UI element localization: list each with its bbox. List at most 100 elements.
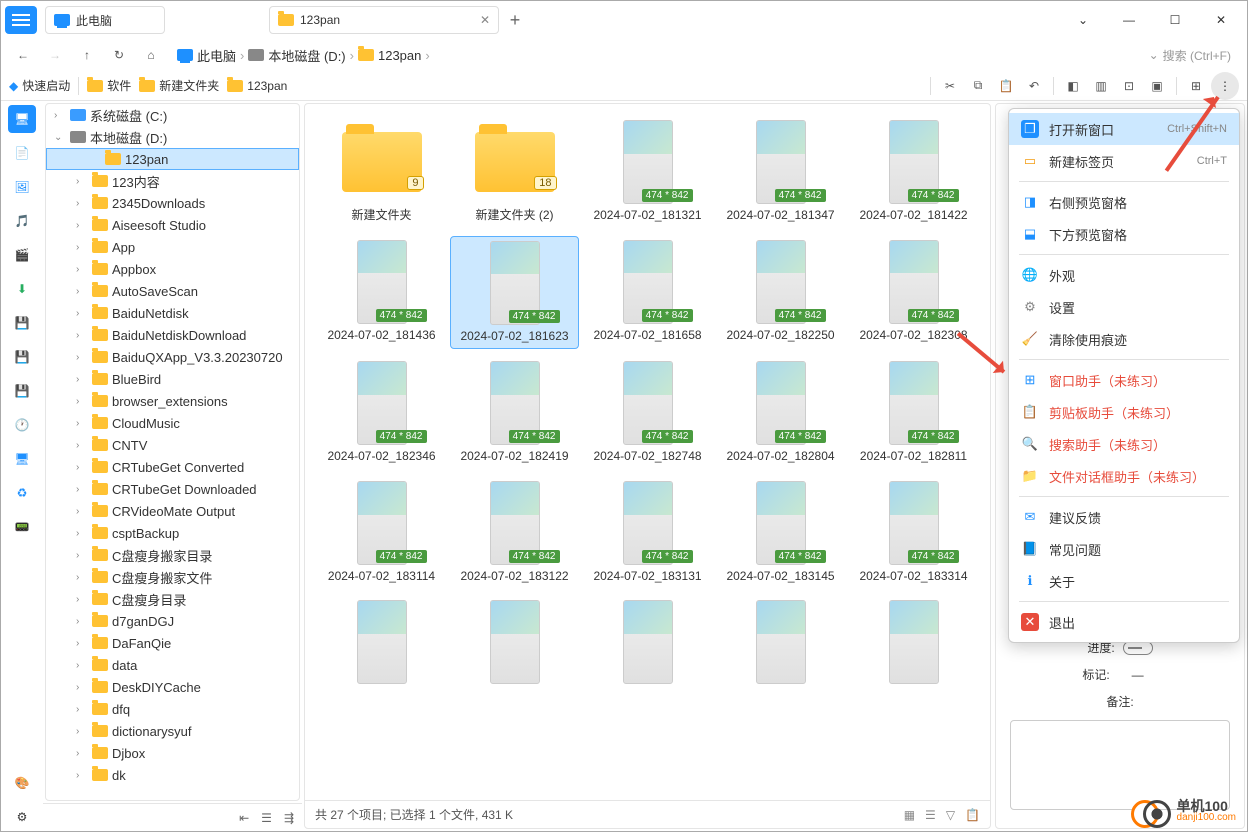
menu-new-tab[interactable]: ▭ 新建标签页 Ctrl+T [1009, 145, 1239, 177]
menu-dialog-helper[interactable]: 📁 文件对话框助手（未练习） [1009, 460, 1239, 492]
file-item[interactable]: 474 * 8422024-07-02_183114 [317, 477, 446, 589]
forward-button[interactable]: → [41, 41, 69, 69]
menu-appearance[interactable]: 🌐 外观 [1009, 259, 1239, 291]
close-button[interactable]: ✕ [1199, 5, 1243, 35]
file-item[interactable]: 474 * 8422024-07-02_182748 [583, 357, 712, 469]
crumb-pc[interactable]: 此电脑 [177, 46, 236, 65]
view-list-button[interactable]: ☰ [925, 808, 936, 822]
videos-icon[interactable]: 🎬 [8, 241, 36, 269]
menu-window-helper[interactable]: ⊞ 窗口助手（未练习） [1009, 364, 1239, 396]
file-item[interactable]: 474 * 8422024-07-02_183122 [450, 477, 579, 589]
file-item[interactable]: 474 * 8422024-07-02_181347 [716, 116, 845, 228]
tree-item[interactable]: ›CloudMusic [46, 412, 299, 434]
layout-right-button[interactable]: ▥ [1088, 73, 1114, 99]
file-item[interactable]: 474 * 8422024-07-02_182346 [317, 357, 446, 469]
crumb-drive[interactable]: 本地磁盘 (D:) [248, 46, 345, 65]
tree-tree-icon[interactable]: ⇶ [284, 811, 294, 825]
tree-item[interactable]: ›dfq [46, 698, 299, 720]
tree-item[interactable]: ›BaiduNetdiskDownload [46, 324, 299, 346]
tree-local-drive[interactable]: ⌄ 本地磁盘 (D:) [46, 126, 299, 148]
quick-launch[interactable]: ◆ 快速启动 [9, 77, 70, 94]
drive-c-icon[interactable]: 💾 [8, 309, 36, 337]
file-item[interactable]: 9新建文件夹 [317, 116, 446, 228]
tree-item[interactable]: ›AutoSaveScan [46, 280, 299, 302]
color-wheel-icon[interactable]: 🎨 [8, 769, 36, 797]
tree-item[interactable]: ›browser_extensions [46, 390, 299, 412]
paste-button[interactable]: 📋 [993, 73, 1019, 99]
tree-item[interactable]: ›C盘瘦身搬家目录 [46, 544, 299, 566]
search-box[interactable]: ⌄ 搜索 (Ctrl+F) [1141, 47, 1239, 64]
tree-item[interactable]: ›CRTubeGet Converted [46, 456, 299, 478]
menu-bottom-preview[interactable]: ⬓ 下方预览窗格 [1009, 218, 1239, 250]
desktop-icon[interactable]: 🖥 [8, 105, 36, 133]
back-button[interactable]: ← [9, 41, 37, 69]
music-icon[interactable]: 🎵 [8, 207, 36, 235]
tree-item[interactable]: ›Aiseesoft Studio [46, 214, 299, 236]
drive-e-icon[interactable]: 💾 [8, 377, 36, 405]
tree-item[interactable]: ›dictionarysyuf [46, 720, 299, 742]
close-icon[interactable]: ✕ [480, 13, 490, 27]
tree-collapse-icon[interactable]: ⇤ [239, 811, 249, 825]
menu-clear-traces[interactable]: 🧹 清除使用痕迹 [1009, 323, 1239, 355]
file-item[interactable]: 474 * 8422024-07-02_183314 [849, 477, 978, 589]
tree-item[interactable]: ›CNTV [46, 434, 299, 456]
layout-split-button[interactable]: ◧ [1060, 73, 1086, 99]
file-item[interactable]: 474 * 8422024-07-02_182250 [716, 236, 845, 350]
history-icon[interactable]: 🕐 [8, 411, 36, 439]
file-item[interactable]: 18新建文件夹 (2) [450, 116, 579, 228]
tree-sys-drive[interactable]: › 系统磁盘 (C:) [46, 104, 299, 126]
cut-button[interactable]: ✂ [937, 73, 963, 99]
bookmark-123pan[interactable]: 123pan [227, 79, 287, 93]
downloads-icon[interactable]: ⬇ [8, 275, 36, 303]
settings-icon[interactable]: ⚙ [8, 803, 36, 831]
file-item[interactable]: 474 * 8422024-07-02_182804 [716, 357, 845, 469]
file-item[interactable]: 474 * 8422024-07-02_183145 [716, 477, 845, 589]
tree-item[interactable]: ›CRTubeGet Downloaded [46, 478, 299, 500]
maximize-button[interactable]: ☐ [1153, 5, 1197, 35]
dropdown-button[interactable]: ⌄ [1061, 5, 1105, 35]
tab-this-pc[interactable]: 此电脑 [45, 6, 165, 34]
tree-item[interactable]: ›BaiduNetdisk [46, 302, 299, 324]
bookmark-newfolder[interactable]: 新建文件夹 [139, 77, 219, 94]
pictures-icon[interactable]: 🖼 [8, 173, 36, 201]
file-item[interactable]: 474 * 8422024-07-02_181422 [849, 116, 978, 228]
file-item[interactable] [716, 596, 845, 692]
tree-item[interactable]: ›BaiduQXApp_V3.3.20230720 [46, 346, 299, 368]
drive-d-icon[interactable]: 💾 [8, 343, 36, 371]
layout-pic-button[interactable]: ▣ [1144, 73, 1170, 99]
file-item[interactable] [450, 596, 579, 692]
file-item[interactable] [583, 596, 712, 692]
file-item[interactable]: 474 * 8422024-07-02_181658 [583, 236, 712, 350]
layout-piclock-button[interactable]: ⊡ [1116, 73, 1142, 99]
monitor-icon[interactable]: 🖥 [8, 445, 36, 473]
recycle-icon[interactable]: ♻ [8, 479, 36, 507]
menu-exit[interactable]: ✕ 退出 [1009, 606, 1239, 638]
file-item[interactable]: 474 * 8422024-07-02_181321 [583, 116, 712, 228]
tree-item[interactable]: ›DeskDIYCache [46, 676, 299, 698]
tree-item[interactable]: ›data [46, 654, 299, 676]
undo-button[interactable]: ↶ [1021, 73, 1047, 99]
crumb-folder[interactable]: 123pan [358, 48, 421, 63]
filter-icon[interactable]: ▽ [946, 808, 955, 822]
menu-search-helper[interactable]: 🔍 搜索助手（未练习） [1009, 428, 1239, 460]
tree-item[interactable]: ›C盘瘦身搬家文件 [46, 566, 299, 588]
memo-textarea[interactable] [1010, 720, 1230, 810]
refresh-button[interactable]: ↻ [105, 41, 133, 69]
tree-item[interactable]: ›C盘瘦身目录 [46, 588, 299, 610]
history-dropdown[interactable]: ⌄ [1149, 48, 1159, 62]
file-item[interactable]: 474 * 8422024-07-02_182811 [849, 357, 978, 469]
tab-address[interactable]: 123pan ✕ [269, 6, 499, 34]
tree-item[interactable]: ›d7ganDGJ [46, 610, 299, 632]
tree-item[interactable]: ›DaFanQie [46, 632, 299, 654]
tree-item[interactable]: ›Appbox [46, 258, 299, 280]
menu-about[interactable]: ℹ 关于 [1009, 565, 1239, 597]
tree-item[interactable]: ›dk [46, 764, 299, 786]
tree-item[interactable]: ›Djbox [46, 742, 299, 764]
menu-feedback[interactable]: ✉ 建议反馈 [1009, 501, 1239, 533]
tree-item[interactable]: ›CRVideoMate Output [46, 500, 299, 522]
add-tab-button[interactable]: + [503, 8, 527, 32]
home-button[interactable]: ⌂ [137, 41, 165, 69]
file-item[interactable] [849, 596, 978, 692]
menu-settings[interactable]: ⚙ 设置 [1009, 291, 1239, 323]
clipboard-icon[interactable]: 📋 [965, 808, 980, 822]
